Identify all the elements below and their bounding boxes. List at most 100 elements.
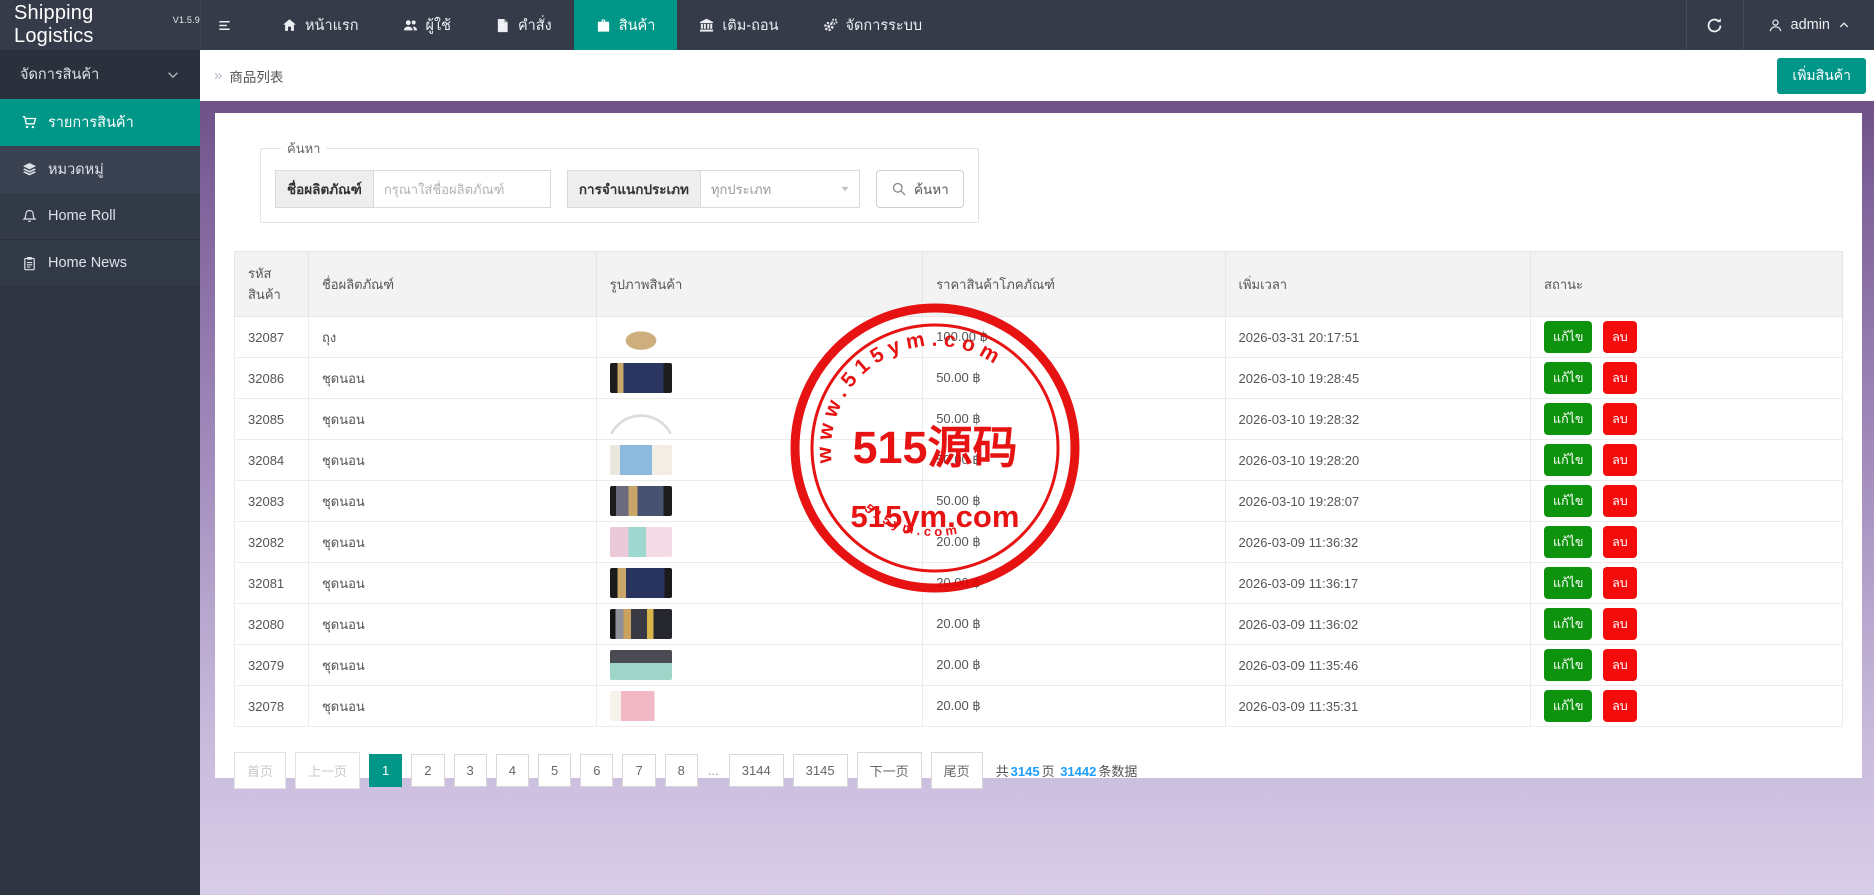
delete-button[interactable]: ลบ: [1603, 690, 1637, 722]
product-time-cell: 2026-03-09 11:36:17: [1225, 563, 1531, 604]
product-name-cell: ชุดนอน: [308, 399, 596, 440]
page-number-button[interactable]: 8: [665, 754, 698, 787]
page-number-button[interactable]: 3144: [729, 754, 784, 787]
product-name-cell: ชุดนอน: [308, 481, 596, 522]
sidebar-item-bell[interactable]: Home Roll: [0, 193, 200, 240]
product-time-cell: 2026-03-09 11:35:31: [1225, 686, 1531, 727]
page-number-button[interactable]: 2: [411, 754, 444, 787]
search-button[interactable]: ค้นหา: [876, 170, 964, 208]
pagination-summary: 共3145页 31442条数据: [996, 761, 1138, 780]
nav-item-briefcase[interactable]: สินค้า: [574, 0, 678, 50]
product-thumbnail: [610, 691, 672, 721]
search-panel: ค้นหา ชื่อผลิตภัณฑ์ การจำแนกประเภท ทุกปร…: [260, 138, 979, 223]
category-selected-value: ทุกประเภท: [711, 179, 771, 200]
sidebar-group-products[interactable]: จัดการสินค้า: [0, 50, 200, 99]
delete-button[interactable]: ลบ: [1603, 649, 1637, 681]
briefcase-icon: [596, 18, 611, 33]
nav-item-home[interactable]: หน้าแรก: [260, 0, 381, 50]
product-thumbnail: [610, 609, 672, 639]
edit-button[interactable]: แก้ไข: [1544, 444, 1592, 476]
edit-button[interactable]: แก้ไข: [1544, 526, 1592, 558]
product-name-cell: ชุดนอน: [308, 563, 596, 604]
product-status-cell: แก้ไข ลบ: [1531, 399, 1843, 440]
sidebar-item-clipboard[interactable]: Home News: [0, 240, 200, 287]
clipboard-icon: [22, 256, 37, 271]
delete-button[interactable]: ลบ: [1603, 526, 1637, 558]
nav-item-gears[interactable]: จัดการระบบ: [801, 0, 945, 50]
product-status-cell: แก้ไข ลบ: [1531, 317, 1843, 358]
product-time-cell: 2026-03-31 20:17:51: [1225, 317, 1531, 358]
product-id-cell: 32084: [235, 440, 309, 481]
delete-button[interactable]: ลบ: [1603, 321, 1637, 353]
edit-button[interactable]: แก้ไข: [1544, 608, 1592, 640]
page-number-button[interactable]: 3: [454, 754, 487, 787]
edit-button[interactable]: แก้ไข: [1544, 649, 1592, 681]
product-thumbnail: [610, 404, 672, 434]
delete-button[interactable]: ลบ: [1603, 608, 1637, 640]
edit-button[interactable]: แก้ไข: [1544, 403, 1592, 435]
user-menu[interactable]: admin: [1744, 0, 1874, 50]
product-image-cell: [596, 604, 922, 645]
delete-button[interactable]: ลบ: [1603, 362, 1637, 394]
edit-button[interactable]: แก้ไข: [1544, 567, 1592, 599]
file-icon: [495, 18, 510, 33]
table-row: 32087 ถุง 100.00 ฿ 2026-03-31 20:17:51 แ…: [235, 317, 1843, 358]
nav-item-file[interactable]: คำสั่ง: [473, 0, 574, 50]
main-nav: หน้าแรก ผู้ใช้ คำสั่ง สินค้า เติม-ถอน จั…: [260, 0, 944, 50]
product-name-input[interactable]: [373, 170, 551, 208]
edit-button[interactable]: แก้ไข: [1544, 690, 1592, 722]
page-number-button[interactable]: 3145: [793, 754, 848, 787]
product-price-cell: 20.00 ฿: [923, 686, 1225, 727]
edit-button[interactable]: แก้ไข: [1544, 362, 1592, 394]
page-number-button[interactable]: 6: [580, 754, 613, 787]
chevron-down-icon: [166, 68, 180, 82]
table-row: 32084 ชุดนอน 50.00 ฿ 2026-03-10 19:28:20…: [235, 440, 1843, 481]
page-next-button[interactable]: 下一页: [857, 752, 922, 789]
add-product-button[interactable]: เพิ่มสินค้า: [1777, 58, 1866, 94]
sidebar-toggle[interactable]: [200, 0, 248, 50]
product-status-cell: แก้ไข ลบ: [1531, 645, 1843, 686]
page-number-button[interactable]: 5: [538, 754, 571, 787]
table-row: 32082 ชุดนอน 20.00 ฿ 2026-03-09 11:36:32…: [235, 522, 1843, 563]
product-name-cell: ชุดนอน: [308, 440, 596, 481]
page-number-button[interactable]: 7: [622, 754, 655, 787]
nav-item-bank[interactable]: เติม-ถอน: [677, 0, 800, 50]
product-thumbnail: [610, 568, 672, 598]
product-time-cell: 2026-03-09 11:36:32: [1225, 522, 1531, 563]
delete-button[interactable]: ลบ: [1603, 444, 1637, 476]
bank-icon: [699, 18, 714, 33]
edit-button[interactable]: แก้ไข: [1544, 485, 1592, 517]
refresh-button[interactable]: [1686, 0, 1744, 50]
product-price-cell: 100.00 ฿: [923, 317, 1225, 358]
page-number-button[interactable]: 4: [496, 754, 529, 787]
product-price-cell: 50.00 ฿: [923, 358, 1225, 399]
delete-button[interactable]: ลบ: [1603, 485, 1637, 517]
category-select[interactable]: ทุกประเภท: [700, 170, 860, 208]
edit-button[interactable]: แก้ไข: [1544, 321, 1592, 353]
delete-button[interactable]: ลบ: [1603, 567, 1637, 599]
product-time-cell: 2026-03-09 11:35:46: [1225, 645, 1531, 686]
product-image-cell: [596, 645, 922, 686]
sidebar-item-layers[interactable]: หมวดหมู่: [0, 146, 200, 193]
product-status-cell: แก้ไข ลบ: [1531, 604, 1843, 645]
product-name-cell: ชุดนอน: [308, 645, 596, 686]
users-icon: [403, 18, 418, 33]
table-row: 32079 ชุดนอน 20.00 ฿ 2026-03-09 11:35:46…: [235, 645, 1843, 686]
product-status-cell: แก้ไข ลบ: [1531, 358, 1843, 399]
delete-button[interactable]: ลบ: [1603, 403, 1637, 435]
chevron-up-icon: [1838, 19, 1850, 31]
sidebar-item-cart[interactable]: รายการสินค้า: [0, 99, 200, 146]
product-id-cell: 32082: [235, 522, 309, 563]
column-header: รหัสสินค้า: [235, 252, 309, 317]
product-name-cell: ถุง: [308, 317, 596, 358]
nav-item-users[interactable]: ผู้ใช้: [381, 0, 473, 50]
person-icon: [1768, 18, 1783, 33]
page-number-button[interactable]: 1: [369, 754, 402, 787]
table-row: 32081 ชุดนอน 20.00 ฿ 2026-03-09 11:36:17…: [235, 563, 1843, 604]
category-group: การจำแนกประเภท ทุกประเภท: [567, 170, 860, 208]
table-row: 32080 ชุดนอน 20.00 ฿ 2026-03-09 11:36:02…: [235, 604, 1843, 645]
search-icon: [891, 181, 907, 197]
breadcrumb-symbol: »: [214, 67, 222, 84]
page-last-button[interactable]: 尾页: [931, 752, 983, 789]
product-status-cell: แก้ไข ลบ: [1531, 440, 1843, 481]
